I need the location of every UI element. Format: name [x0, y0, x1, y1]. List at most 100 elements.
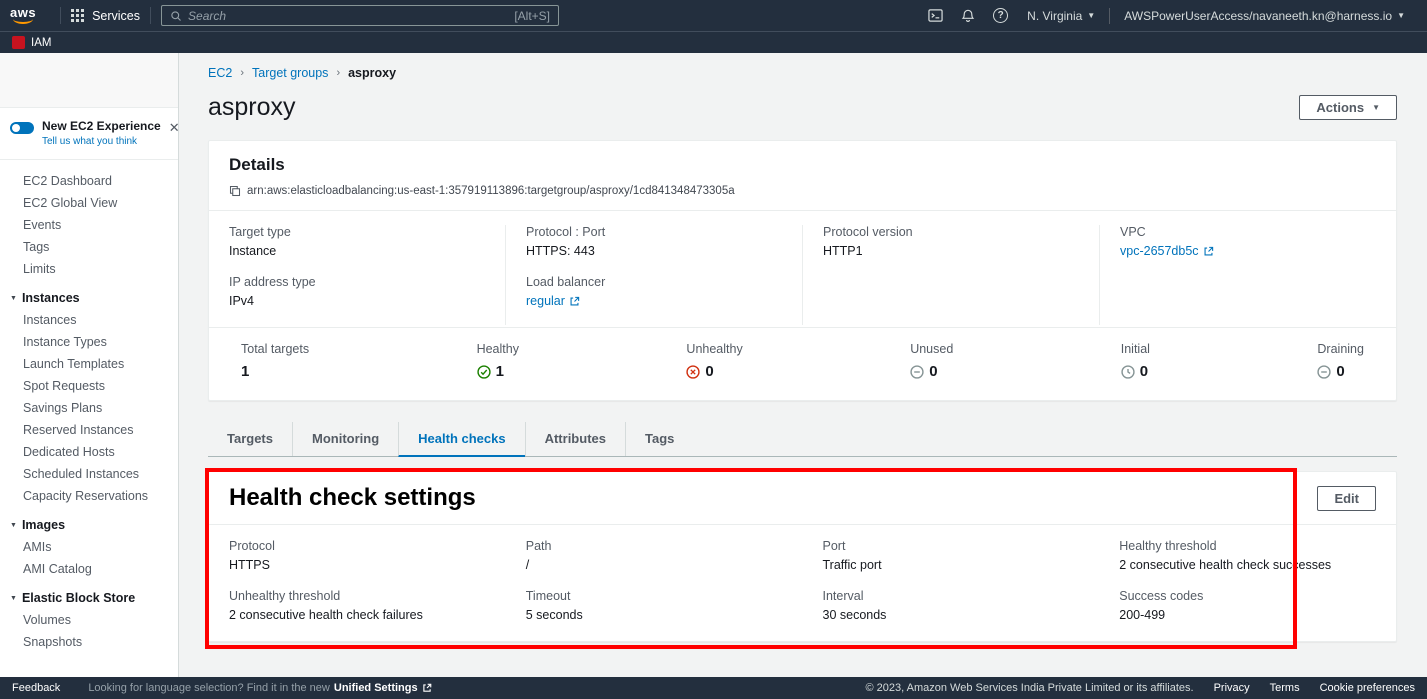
sidebar-section-elastic-block-store[interactable]: ▼ Elastic Block Store — [0, 580, 178, 609]
counter-number: 0 — [1336, 363, 1344, 380]
terms-link[interactable]: Terms — [1270, 682, 1300, 694]
breadcrumb: EC2 › Target groups › asproxy — [208, 66, 1397, 80]
new-experience-toggle[interactable] — [10, 122, 34, 134]
counter-value: 1 — [477, 363, 519, 380]
breadcrumb-target-groups[interactable]: Target groups — [252, 66, 328, 80]
counter-unhealthy: Unhealthy 0 — [686, 342, 742, 380]
field-label: Target type — [229, 225, 485, 239]
actions-button[interactable]: Actions ▼ — [1299, 95, 1397, 120]
account-menu[interactable]: AWSPowerUserAccess/navaneeth.kn@harness.… — [1124, 9, 1405, 23]
sidebar-item-instances[interactable]: Instances — [0, 309, 178, 331]
sidebar-item-snapshots[interactable]: Snapshots — [0, 631, 178, 653]
bell-icon — [961, 9, 975, 23]
iam-service-icon — [12, 36, 25, 49]
sidebar-item-reserved-instances[interactable]: Reserved Instances — [0, 419, 178, 441]
load-balancer-link[interactable]: regular — [526, 294, 565, 308]
chevron-down-icon: ▼ — [10, 595, 17, 602]
sidebar-item-capacity-reservations[interactable]: Capacity Reservations — [0, 485, 178, 507]
sidebar-section-instances[interactable]: ▼ Instances — [0, 280, 178, 309]
health-check-heading: Health check settings — [229, 484, 476, 512]
sidebar-item-scheduled-instances[interactable]: Scheduled Instances — [0, 463, 178, 485]
aws-smile-icon — [13, 17, 33, 24]
tab-attributes[interactable]: Attributes — [525, 422, 625, 456]
section-label: Instances — [22, 291, 80, 305]
toggle-knob — [12, 124, 20, 132]
footer-right: © 2023, Amazon Web Services India Privat… — [866, 682, 1415, 694]
sidebar-item-ec2-dashboard[interactable]: EC2 Dashboard — [0, 170, 178, 192]
counter-number: 0 — [929, 363, 937, 380]
field-interval: Interval 30 seconds — [823, 589, 1080, 622]
counter-value: 0 — [1317, 363, 1364, 380]
aws-logo[interactable]: aws — [10, 7, 36, 24]
counter-label: Total targets — [241, 342, 309, 356]
sidebar-item-ami-catalog[interactable]: AMI Catalog — [0, 558, 178, 580]
field-protocol: Protocol HTTPS — [229, 539, 486, 572]
sidebar-item-tags[interactable]: Tags — [0, 236, 178, 258]
copy-icon[interactable] — [229, 185, 241, 197]
unified-settings-link[interactable]: Unified Settings — [334, 682, 418, 694]
cookie-preferences-link[interactable]: Cookie preferences — [1320, 682, 1415, 694]
close-icon[interactable]: ✕ — [169, 121, 179, 134]
counter-total-targets: Total targets 1 — [241, 342, 309, 380]
help-button[interactable]: ? — [993, 8, 1008, 23]
feedback-link[interactable]: Feedback — [12, 682, 60, 694]
counter-label: Unhealthy — [686, 342, 742, 356]
field-label: Protocol : Port — [526, 225, 782, 239]
field-label: Healthy threshold — [1119, 539, 1376, 553]
cloudshell-button[interactable] — [928, 8, 943, 23]
sidebar-section-images[interactable]: ▼ Images — [0, 507, 178, 536]
tab-bar: Targets Monitoring Health checks Attribu… — [208, 422, 1397, 457]
field-label: Port — [823, 539, 1080, 553]
field-label: Unhealthy threshold — [229, 589, 486, 603]
tab-monitoring[interactable]: Monitoring — [292, 422, 398, 456]
counter-value: 0 — [686, 363, 742, 380]
field-unhealthy-threshold: Unhealthy threshold 2 consecutive health… — [229, 589, 486, 622]
vpc-link[interactable]: vpc-2657db5c — [1120, 244, 1199, 258]
sidebar-item-spot-requests[interactable]: Spot Requests — [0, 375, 178, 397]
sidebar-item-savings-plans[interactable]: Savings Plans — [0, 397, 178, 419]
field-label: VPC — [1120, 225, 1376, 239]
breadcrumb-ec2[interactable]: EC2 — [208, 66, 232, 80]
details-column-4: VPC vpc-2657db5c — [1099, 225, 1396, 325]
sidebar-item-volumes[interactable]: Volumes — [0, 609, 178, 631]
field-value: Traffic port — [823, 558, 1080, 572]
field-value: HTTPS: 443 — [526, 244, 782, 258]
favorite-iam[interactable]: IAM — [12, 36, 51, 49]
details-column-2: Protocol : Port HTTPS: 443 Load balancer… — [505, 225, 802, 325]
region-selector[interactable]: N. Virginia ▼ — [1027, 9, 1095, 23]
chevron-down-icon: ▼ — [10, 295, 17, 302]
field-load-balancer: Load balancer regular — [526, 275, 782, 308]
account-label: AWSPowerUserAccess/navaneeth.kn@harness.… — [1124, 9, 1392, 23]
target-counters: Total targets 1 Healthy 1 Unhealthy — [209, 328, 1396, 400]
tab-health-checks[interactable]: Health checks — [398, 422, 524, 457]
footer: Feedback Looking for language selection?… — [0, 677, 1427, 699]
counter-healthy: Healthy 1 — [477, 342, 519, 380]
new-experience-subtitle[interactable]: Tell us what you think — [42, 136, 161, 147]
sidebar-item-events[interactable]: Events — [0, 214, 178, 236]
counter-value: 0 — [910, 363, 953, 380]
search-input[interactable] — [188, 9, 508, 23]
field-label: Interval — [823, 589, 1080, 603]
sidebar-item-limits[interactable]: Limits — [0, 258, 178, 280]
edit-button[interactable]: Edit — [1317, 486, 1376, 511]
tab-targets[interactable]: Targets — [208, 422, 292, 456]
sidebar-item-ec2-global-view[interactable]: EC2 Global View — [0, 192, 178, 214]
services-menu-button[interactable]: Services — [71, 9, 140, 23]
search-bar[interactable]: [Alt+S] — [161, 5, 559, 26]
field-value: 2 consecutive health check failures — [229, 608, 486, 622]
sidebar-item-instance-types[interactable]: Instance Types — [0, 331, 178, 353]
sidebar-item-launch-templates[interactable]: Launch Templates — [0, 353, 178, 375]
field-value: / — [526, 558, 783, 572]
privacy-link[interactable]: Privacy — [1214, 682, 1250, 694]
notifications-button[interactable] — [961, 9, 975, 23]
title-row: asproxy Actions ▼ — [208, 93, 1397, 122]
chevron-down-icon: ▼ — [10, 522, 17, 529]
tab-tags[interactable]: Tags — [625, 422, 693, 456]
body-row: New EC2 Experience Tell us what you thin… — [0, 53, 1427, 677]
field-value: regular — [526, 294, 782, 308]
edit-label: Edit — [1334, 491, 1359, 506]
new-ec2-experience-panel: New EC2 Experience Tell us what you thin… — [0, 108, 178, 160]
field-value: 30 seconds — [823, 608, 1080, 622]
sidebar-item-dedicated-hosts[interactable]: Dedicated Hosts — [0, 441, 178, 463]
sidebar-item-amis[interactable]: AMIs — [0, 536, 178, 558]
